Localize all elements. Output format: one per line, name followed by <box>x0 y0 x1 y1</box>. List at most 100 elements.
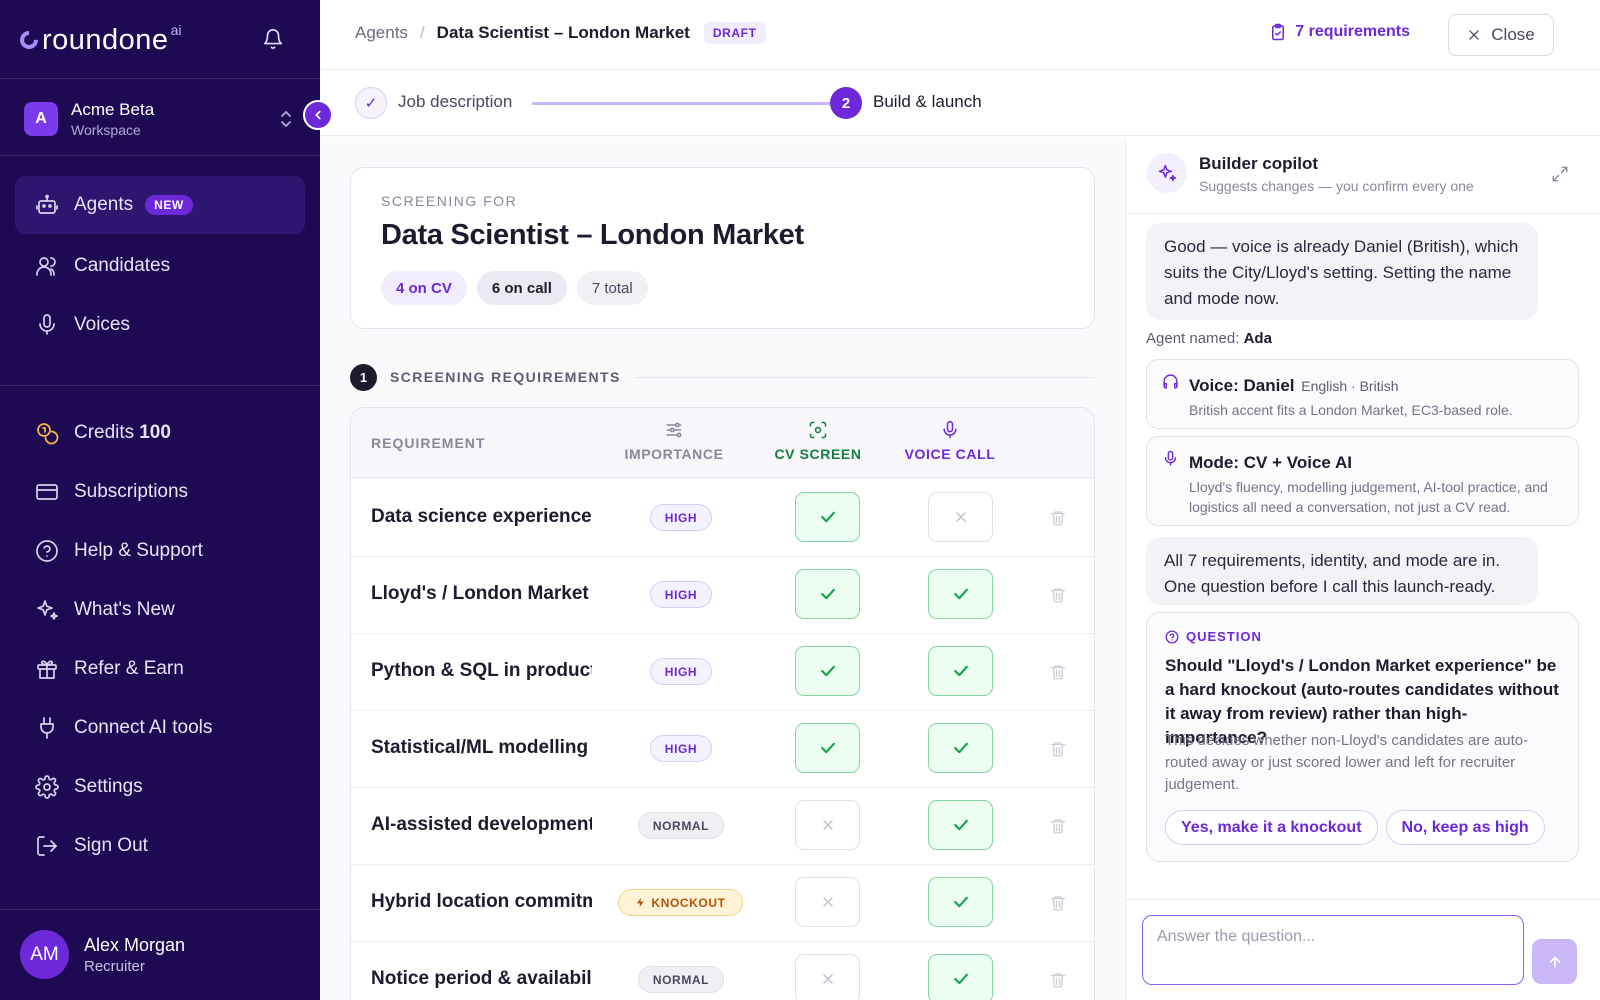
sidebar-item-label: Settings <box>74 776 143 797</box>
importance-badge[interactable]: HIGH <box>650 658 712 685</box>
table-row: Hybrid location commitment KNOCKOUT <box>351 863 1094 942</box>
keep-high-button[interactable]: No, keep as high <box>1385 810 1545 845</box>
breadcrumb-agents-link[interactable]: Agents <box>355 23 408 43</box>
workspace-avatar: A <box>24 102 58 136</box>
sidebar-item-refer[interactable]: Refer & Earn <box>15 640 305 698</box>
cv-screen-toggle[interactable] <box>795 492 860 542</box>
check-icon <box>951 661 971 681</box>
step-build-launch: Build & launch <box>873 92 982 111</box>
column-label: CV SCREEN <box>774 446 862 462</box>
sidebar-item-sign-out[interactable]: Sign Out <box>15 817 305 875</box>
table-row: Notice period & availability NORMAL <box>351 940 1094 1000</box>
step-number: 2 <box>830 87 862 119</box>
cv-screen-toggle[interactable] <box>795 954 860 1000</box>
copilot-header: Builder copilot Suggests changes — you c… <box>1126 137 1600 214</box>
requirements-table: REQUIREMENT IMPORTANCE CV SCREEN VOICE C… <box>350 407 1095 1000</box>
importance-badge[interactable]: HIGH <box>650 735 712 762</box>
requirements-link[interactable]: 7 requirements <box>1269 23 1410 41</box>
trash-icon[interactable] <box>1049 662 1067 682</box>
requirement-name[interactable]: AI-assisted development tools <box>371 814 592 836</box>
make-knockout-button[interactable]: Yes, make it a knockout <box>1165 810 1378 845</box>
requirement-name[interactable]: Statistical/ML modelling depth <box>371 737 592 759</box>
workspace-switcher[interactable]: A Acme Beta Workspace <box>24 100 294 138</box>
trash-icon[interactable] <box>1049 970 1067 990</box>
table-header: REQUIREMENT IMPORTANCE CV SCREEN VOICE C… <box>351 408 1094 478</box>
trash-icon[interactable] <box>1049 893 1067 913</box>
requirement-name[interactable]: Data science experience (4+ years) <box>371 506 592 528</box>
requirement-name[interactable]: Hybrid location commitment <box>371 891 592 913</box>
importance-label: HIGH <box>664 510 698 525</box>
sidebar-item-label: Connect AI tools <box>74 717 213 738</box>
screening-title: Data Scientist – London Market <box>381 219 804 251</box>
user-profile[interactable]: AM Alex Morgan Recruiter <box>20 930 185 979</box>
stepper: ✓ Job description 2 Build & launch <box>320 70 1600 136</box>
cv-screen-toggle[interactable] <box>795 877 860 927</box>
importance-badge[interactable]: KNOCKOUT <box>618 889 743 916</box>
expand-icon[interactable] <box>1551 165 1569 183</box>
check-icon <box>951 969 971 989</box>
bell-icon[interactable] <box>262 28 284 50</box>
avatar: AM <box>20 930 69 979</box>
sidebar-item-help[interactable]: Help & Support <box>15 522 305 580</box>
trash-icon[interactable] <box>1049 816 1067 836</box>
sidebar-item-label: Agents <box>74 194 134 215</box>
voice-call-toggle[interactable] <box>928 492 993 542</box>
voice-call-toggle[interactable] <box>928 800 993 850</box>
cv-screen-toggle[interactable] <box>795 800 860 850</box>
cv-screen-toggle[interactable] <box>795 723 860 773</box>
collapse-sidebar-button[interactable] <box>303 100 333 130</box>
column-header-requirement: REQUIREMENT <box>371 435 486 451</box>
sidebar-divider <box>0 155 320 156</box>
requirement-name[interactable]: Notice period & availability <box>371 968 592 990</box>
brand-suffix: ai <box>170 22 182 38</box>
trash-icon[interactable] <box>1049 508 1067 528</box>
sidebar-item-voices[interactable]: Voices <box>15 296 305 354</box>
importance-badge[interactable]: HIGH <box>650 581 712 608</box>
voice-call-toggle[interactable] <box>928 954 993 1000</box>
sidebar-item-settings[interactable]: Settings <box>15 758 305 816</box>
copilot-message: All 7 requirements, identity, and mode a… <box>1146 537 1538 605</box>
close-button[interactable]: Close <box>1448 14 1554 56</box>
importance-badge[interactable]: HIGH <box>650 504 712 531</box>
sidebar-item-candidates[interactable]: Candidates <box>15 237 305 295</box>
brand-logo[interactable]: roundone ai <box>16 20 182 60</box>
answer-input[interactable] <box>1142 915 1524 985</box>
question-options: Yes, make it a knockout No, keep as high <box>1165 810 1553 845</box>
copilot-conversation: Good — voice is already Daniel (British)… <box>1126 214 1600 904</box>
trash-icon[interactable] <box>1049 739 1067 759</box>
voice-call-toggle[interactable] <box>928 723 993 773</box>
cv-count-chip: 4 on CV <box>381 271 467 305</box>
clipboard-check-icon <box>1272 23 1285 41</box>
total-count-chip: 7 total <box>576 271 648 305</box>
send-button[interactable] <box>1532 939 1577 984</box>
user-role: Recruiter <box>84 957 145 975</box>
trash-icon[interactable] <box>1049 585 1067 605</box>
check-icon <box>951 738 971 758</box>
chevron-up-down-icon[interactable] <box>278 110 294 128</box>
table-row: Lloyd's / London Market experience HIGH <box>351 555 1094 634</box>
screening-chips: 4 on CV 6 on call 7 total <box>381 271 658 305</box>
voice-call-toggle[interactable] <box>928 569 993 619</box>
cv-screen-toggle[interactable] <box>795 569 860 619</box>
sidebar-item-credits[interactable]: Credits 100 <box>15 404 305 462</box>
step-complete-check-icon[interactable]: ✓ <box>355 87 387 119</box>
sidebar-item-whats-new[interactable]: What's New <box>15 581 305 639</box>
voice-call-toggle[interactable] <box>928 877 993 927</box>
table-row: AI-assisted development tools NORMAL <box>351 786 1094 865</box>
column-header-voice-call: VOICE CALL <box>880 420 1020 462</box>
sidebar-item-connect-ai[interactable]: Connect AI tools <box>15 699 305 757</box>
step-job-description[interactable]: Job description <box>398 92 512 112</box>
importance-badge[interactable]: NORMAL <box>638 812 724 839</box>
screening-summary-card: SCREENING FOR Data Scientist – London Ma… <box>350 167 1095 329</box>
requirement-name[interactable]: Lloyd's / London Market experience <box>371 583 592 605</box>
importance-badge[interactable]: NORMAL <box>638 966 724 993</box>
voice-call-toggle[interactable] <box>928 646 993 696</box>
sidebar-item-agents[interactable]: Agents NEW <box>15 176 305 234</box>
requirement-name[interactable]: Python & SQL in production <box>371 660 592 682</box>
headphones-icon <box>1162 373 1179 390</box>
sidebar-item-subscriptions[interactable]: Subscriptions <box>15 463 305 521</box>
credit-card-icon <box>35 480 59 504</box>
cv-screen-toggle[interactable] <box>795 646 860 696</box>
microphone-icon <box>943 420 957 439</box>
breadcrumb-separator: / <box>419 23 425 42</box>
